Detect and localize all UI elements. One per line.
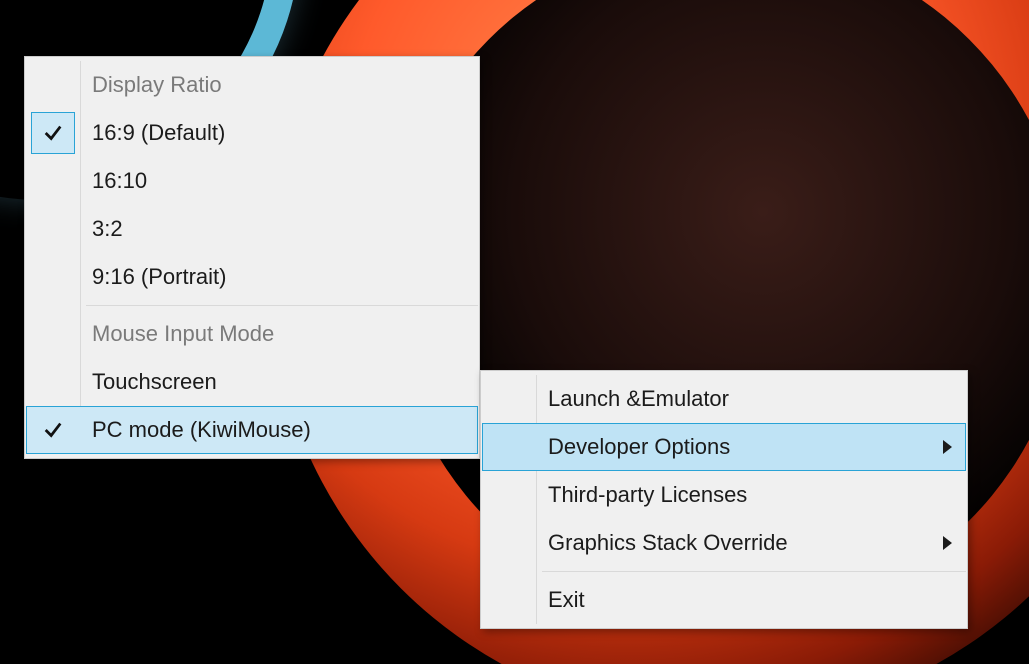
menu-item-label: 3:2	[92, 216, 123, 242]
menu-item-ratio-16-9[interactable]: 16:9 (Default)	[26, 109, 478, 157]
menu-item-exit[interactable]: Exit	[482, 576, 966, 624]
menu-separator	[542, 571, 966, 572]
submenu-arrow-icon	[943, 440, 952, 454]
menu-item-label: Third-party Licenses	[548, 482, 747, 508]
menu-item-developer-options[interactable]: Developer Options	[482, 423, 966, 471]
menu-item-mouse-touchscreen[interactable]: Touchscreen	[26, 358, 478, 406]
menu-item-label: PC mode (KiwiMouse)	[92, 417, 311, 443]
submenu-arrow-icon	[943, 536, 952, 550]
menu-item-label: Launch &Emulator	[548, 386, 729, 412]
menu-item-label: 16:10	[92, 168, 147, 194]
menu-item-ratio-9-16[interactable]: 9:16 (Portrait)	[26, 253, 478, 301]
menu-item-label: Graphics Stack Override	[548, 530, 788, 556]
submenu-header-mouse-mode: Mouse Input Mode	[26, 310, 478, 358]
menu-separator	[86, 305, 478, 306]
menu-item-mouse-pc-mode[interactable]: PC mode (KiwiMouse)	[26, 406, 478, 454]
menu-item-label: Developer Options	[548, 434, 730, 460]
submenu-header-display-ratio: Display Ratio	[26, 61, 478, 109]
main-context-menu: Launch &Emulator Developer Options Third…	[480, 370, 968, 629]
menu-item-ratio-16-10[interactable]: 16:10	[26, 157, 478, 205]
submenu-header-label: Mouse Input Mode	[92, 321, 274, 347]
menu-item-graphics-stack-override[interactable]: Graphics Stack Override	[482, 519, 966, 567]
check-icon	[31, 112, 75, 154]
menu-item-label: 16:9 (Default)	[92, 120, 225, 146]
submenu-header-label: Display Ratio	[92, 72, 222, 98]
menu-item-label: 9:16 (Portrait)	[92, 264, 227, 290]
menu-item-third-party-licenses[interactable]: Third-party Licenses	[482, 471, 966, 519]
check-icon	[31, 409, 75, 451]
menu-item-ratio-3-2[interactable]: 3:2	[26, 205, 478, 253]
menu-item-label: Touchscreen	[92, 369, 217, 395]
menu-item-label: Exit	[548, 587, 585, 613]
menu-item-launch-emulator[interactable]: Launch &Emulator	[482, 375, 966, 423]
developer-options-submenu: Display Ratio 16:9 (Default) 16:10 3:2 9…	[24, 56, 480, 459]
